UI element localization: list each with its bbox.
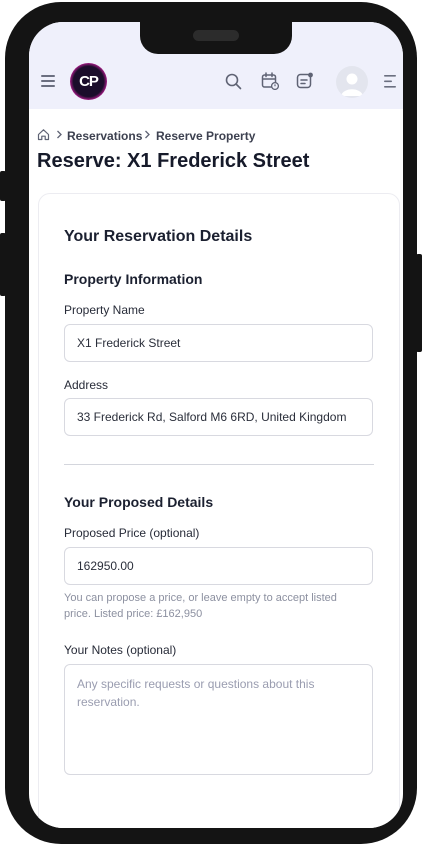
address-field[interactable] <box>64 398 373 436</box>
screen: CP Reservations Reserve Property Reserve… <box>29 22 403 828</box>
reservation-form-card: Your Reservation Details Property Inform… <box>38 193 400 828</box>
form-heading: Your Reservation Details <box>64 228 253 245</box>
proposed-section-heading: Your Proposed Details <box>64 494 214 510</box>
phone-frame: CP Reservations Reserve Property Reserve… <box>5 2 417 844</box>
property-name-label: Property Name <box>64 303 145 317</box>
proposed-price-label: Proposed Price (optional) <box>64 526 200 540</box>
section-divider <box>64 464 374 465</box>
breadcrumb-reservations[interactable]: Reservations <box>67 129 142 143</box>
chevron-right-icon <box>57 130 62 139</box>
price-help-text: You can propose a price, or leave empty … <box>64 592 337 620</box>
phone-notch <box>140 22 292 54</box>
notes-field[interactable] <box>64 664 373 775</box>
hamburger-icon[interactable] <box>41 74 55 88</box>
speaker-grille <box>193 30 239 41</box>
user-icon <box>341 73 363 96</box>
address-label: Address <box>64 378 109 392</box>
property-section-heading: Property Information <box>64 271 203 287</box>
message-icon[interactable] <box>296 72 314 90</box>
property-name-field[interactable] <box>64 324 373 362</box>
home-icon[interactable] <box>37 128 50 141</box>
avatar[interactable] <box>336 66 368 98</box>
search-icon[interactable] <box>225 73 242 90</box>
chevron-right-icon <box>145 130 150 139</box>
breadcrumb-reserve-property: Reserve Property <box>156 129 256 143</box>
notes-label: Your Notes (optional) <box>64 643 177 657</box>
calendar-icon[interactable] <box>261 72 279 90</box>
brand-logo[interactable]: CP <box>70 63 107 100</box>
page-title: Reserve: X1 Frederick Street <box>37 150 310 172</box>
menu-right-icon[interactable] <box>384 75 396 88</box>
proposed-price-field[interactable] <box>64 547 373 585</box>
